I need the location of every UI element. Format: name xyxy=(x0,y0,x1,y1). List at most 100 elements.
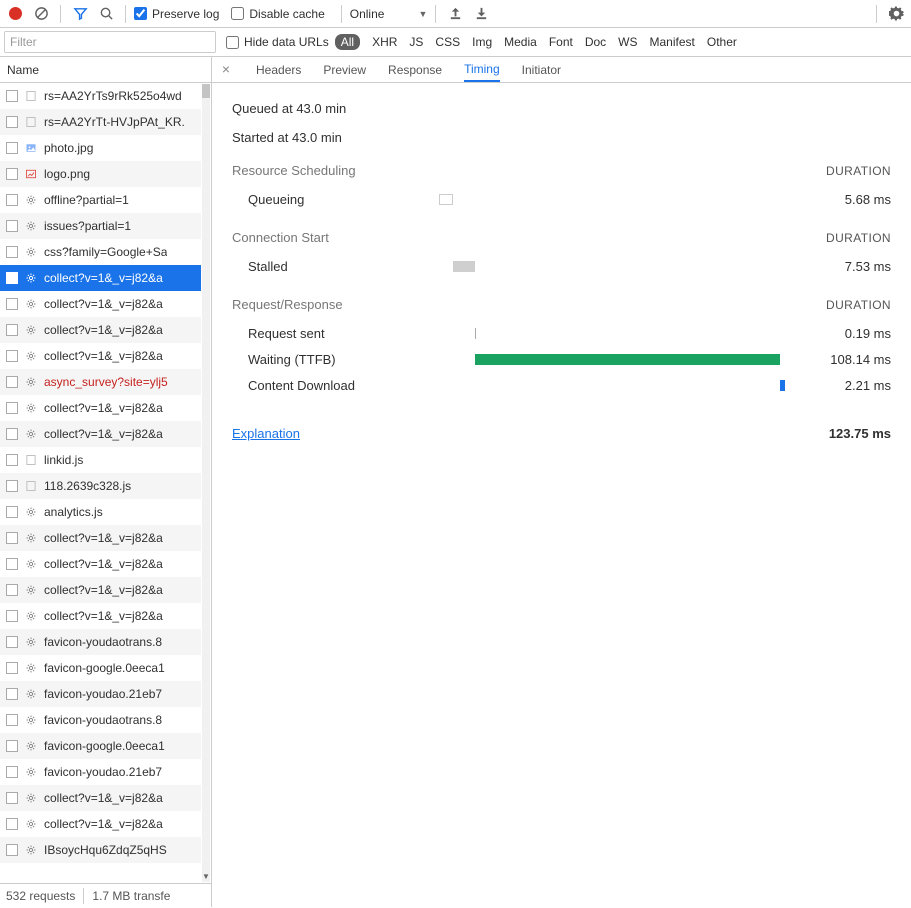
row-checkbox[interactable] xyxy=(6,272,18,284)
request-row[interactable]: collect?v=1&_v=j82&a xyxy=(0,317,201,343)
row-checkbox[interactable] xyxy=(6,818,18,830)
request-row[interactable]: collect?v=1&_v=j82&a xyxy=(0,291,201,317)
row-checkbox[interactable] xyxy=(6,792,18,804)
close-button[interactable]: × xyxy=(218,62,234,78)
type-filter-css[interactable]: CSS xyxy=(435,35,460,49)
row-checkbox[interactable] xyxy=(6,662,18,674)
type-filter-other[interactable]: Other xyxy=(707,35,737,49)
download-har-button[interactable] xyxy=(470,3,492,25)
row-checkbox[interactable] xyxy=(6,844,18,856)
type-filter-media[interactable]: Media xyxy=(504,35,537,49)
request-row[interactable]: collect?v=1&_v=j82&a xyxy=(0,811,201,837)
tab-initiator[interactable]: Initiator xyxy=(522,59,561,81)
hide-data-urls-checkbox[interactable]: Hide data URLs xyxy=(226,35,329,49)
throttling-select[interactable]: Online ▼ xyxy=(350,7,428,21)
request-row[interactable]: favicon-google.0eeca1 xyxy=(0,733,201,759)
preserve-log-input[interactable] xyxy=(134,7,147,20)
type-filter-js[interactable]: JS xyxy=(409,35,423,49)
disable-cache-input[interactable] xyxy=(231,7,244,20)
timing-bar-track xyxy=(437,192,787,206)
row-checkbox[interactable] xyxy=(6,610,18,622)
row-checkbox[interactable] xyxy=(6,428,18,440)
row-checkbox[interactable] xyxy=(6,298,18,310)
scroll-down-icon[interactable]: ▼ xyxy=(202,872,210,882)
type-filter-img[interactable]: Img xyxy=(472,35,492,49)
request-row[interactable]: favicon-youdaotrans.8 xyxy=(0,629,201,655)
scrollbar[interactable]: ▼ xyxy=(202,84,210,882)
request-row[interactable]: issues?partial=1 xyxy=(0,213,201,239)
tab-response[interactable]: Response xyxy=(388,59,442,81)
request-row[interactable]: rs=AA2YrTt-HVJpPAt_KR. xyxy=(0,109,201,135)
tab-preview[interactable]: Preview xyxy=(323,59,366,81)
request-row[interactable]: collect?v=1&_v=j82&a xyxy=(0,577,201,603)
type-filter-doc[interactable]: Doc xyxy=(585,35,606,49)
request-row[interactable]: collect?v=1&_v=j82&a xyxy=(0,785,201,811)
row-checkbox[interactable] xyxy=(6,532,18,544)
filter-input[interactable] xyxy=(4,31,216,53)
request-row[interactable]: offline?partial=1 xyxy=(0,187,201,213)
explanation-link[interactable]: Explanation xyxy=(232,426,300,441)
row-checkbox[interactable] xyxy=(6,584,18,596)
row-checkbox[interactable] xyxy=(6,376,18,388)
type-filter-ws[interactable]: WS xyxy=(618,35,637,49)
record-button[interactable] xyxy=(4,3,26,25)
request-row[interactable]: css?family=Google+Sa xyxy=(0,239,201,265)
request-row[interactable]: favicon-youdao.21eb7 xyxy=(0,759,201,785)
request-row[interactable]: collect?v=1&_v=j82&a xyxy=(0,551,201,577)
row-checkbox[interactable] xyxy=(6,194,18,206)
type-filter-manifest[interactable]: Manifest xyxy=(650,35,695,49)
request-row[interactable]: 118.2639c328.js xyxy=(0,473,201,499)
request-row[interactable]: collect?v=1&_v=j82&a xyxy=(0,421,201,447)
disable-cache-checkbox[interactable]: Disable cache xyxy=(231,7,324,21)
upload-har-button[interactable] xyxy=(444,3,466,25)
request-row[interactable]: favicon-youdao.21eb7 xyxy=(0,681,201,707)
request-row[interactable]: favicon-youdaotrans.8 xyxy=(0,707,201,733)
row-checkbox[interactable] xyxy=(6,246,18,258)
row-checkbox[interactable] xyxy=(6,506,18,518)
row-checkbox[interactable] xyxy=(6,636,18,648)
row-checkbox[interactable] xyxy=(6,220,18,232)
request-row[interactable]: logo.png xyxy=(0,161,201,187)
name-column-header[interactable]: Name xyxy=(0,57,211,83)
clear-button[interactable] xyxy=(30,3,52,25)
row-checkbox[interactable] xyxy=(6,142,18,154)
row-checkbox[interactable] xyxy=(6,350,18,362)
tab-timing[interactable]: Timing xyxy=(464,58,500,82)
timing-value: 0.19 ms xyxy=(787,326,891,341)
row-checkbox[interactable] xyxy=(6,402,18,414)
row-checkbox[interactable] xyxy=(6,168,18,180)
row-checkbox[interactable] xyxy=(6,480,18,492)
row-checkbox[interactable] xyxy=(6,766,18,778)
row-checkbox[interactable] xyxy=(6,454,18,466)
row-checkbox[interactable] xyxy=(6,558,18,570)
type-filter-font[interactable]: Font xyxy=(549,35,573,49)
type-filter-xhr[interactable]: XHR xyxy=(372,35,397,49)
hide-data-urls-input[interactable] xyxy=(226,36,239,49)
request-row[interactable]: favicon-google.0eeca1 xyxy=(0,655,201,681)
request-row[interactable]: collect?v=1&_v=j82&a xyxy=(0,343,201,369)
filter-toggle[interactable] xyxy=(69,3,91,25)
row-checkbox[interactable] xyxy=(6,90,18,102)
preserve-log-checkbox[interactable]: Preserve log xyxy=(134,7,219,21)
request-row[interactable]: analytics.js xyxy=(0,499,201,525)
row-checkbox[interactable] xyxy=(6,714,18,726)
row-checkbox[interactable] xyxy=(6,688,18,700)
request-name: collect?v=1&_v=j82&a xyxy=(44,427,163,441)
request-row[interactable]: IBsoycHqu6ZdqZ5qHS xyxy=(0,837,201,863)
row-checkbox[interactable] xyxy=(6,324,18,336)
type-filter-all[interactable]: All xyxy=(335,34,360,50)
request-row[interactable]: collect?v=1&_v=j82&a xyxy=(0,265,201,291)
row-checkbox[interactable] xyxy=(6,116,18,128)
tab-headers[interactable]: Headers xyxy=(256,59,301,81)
request-row[interactable]: collect?v=1&_v=j82&a xyxy=(0,603,201,629)
scroll-thumb[interactable] xyxy=(202,84,210,98)
request-row[interactable]: photo.jpg xyxy=(0,135,201,161)
search-button[interactable] xyxy=(95,3,117,25)
request-row[interactable]: async_survey?site=ylj5 xyxy=(0,369,201,395)
request-row[interactable]: rs=AA2YrTs9rRk525o4wd xyxy=(0,83,201,109)
settings-button[interactable] xyxy=(885,3,907,25)
request-row[interactable]: linkid.js xyxy=(0,447,201,473)
request-row[interactable]: collect?v=1&_v=j82&a xyxy=(0,395,201,421)
row-checkbox[interactable] xyxy=(6,740,18,752)
request-row[interactable]: collect?v=1&_v=j82&a xyxy=(0,525,201,551)
